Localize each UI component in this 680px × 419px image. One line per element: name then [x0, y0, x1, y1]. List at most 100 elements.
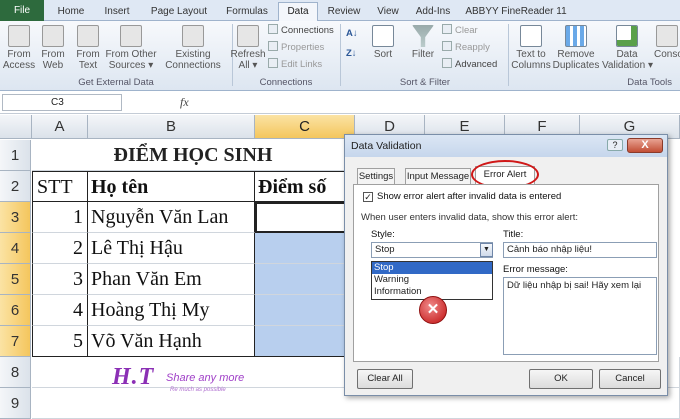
title-input[interactable]: Cảnh báo nhập liệu!	[503, 242, 657, 258]
name-box[interactable]: C3	[2, 94, 122, 111]
style-option-warning[interactable]: Warning	[372, 274, 492, 286]
sort-icon	[372, 25, 394, 47]
tab-add-ins[interactable]: Add-Ins	[410, 3, 456, 21]
score-cell[interactable]	[255, 264, 355, 295]
remove-duplicates-button[interactable]: Remove Duplicates	[552, 25, 600, 71]
row-header-3[interactable]: 3	[0, 202, 31, 233]
tab-home[interactable]: Home	[50, 3, 92, 21]
sort-button[interactable]: Sort	[368, 25, 398, 60]
tab-view[interactable]: View	[370, 3, 406, 21]
row-header-5[interactable]: 5	[0, 264, 31, 295]
edit-links-label: Edit Links	[281, 59, 323, 70]
tab-page-layout[interactable]: Page Layout	[142, 3, 216, 21]
clear-all-button[interactable]: Clear All	[357, 369, 413, 389]
sheet-title[interactable]: ĐIỂM HỌC SINH	[32, 140, 354, 171]
row-header-6[interactable]: 6	[0, 295, 31, 326]
name-cell[interactable]: Phan Văn Em	[88, 264, 255, 295]
watermark-logo-text: H.T	[112, 364, 155, 390]
header-name[interactable]: Họ tên	[88, 171, 255, 202]
consolidate-icon	[656, 25, 678, 47]
properties-label: Properties	[281, 42, 325, 53]
row-header-7[interactable]: 7	[0, 326, 31, 357]
text-to-columns-label: Text to Columns	[511, 49, 551, 71]
reapply-button[interactable]: Reapply	[442, 41, 490, 54]
column-header-c[interactable]: C	[255, 115, 355, 139]
ok-button[interactable]: OK	[529, 369, 593, 389]
stt-cell[interactable]: 5	[32, 326, 88, 357]
tab-data[interactable]: Data	[278, 2, 318, 22]
clear-label: Clear	[455, 25, 478, 36]
from-web-button[interactable]: From Web	[38, 25, 68, 71]
existing-connections-label: Existing Connections	[165, 49, 221, 71]
header-score[interactable]: Điểm số	[255, 171, 355, 202]
clear-icon	[442, 24, 452, 34]
edit-links-button[interactable]: Edit Links	[268, 58, 322, 71]
advanced-icon	[442, 58, 452, 68]
tab-formulas[interactable]: Formulas	[220, 3, 274, 21]
column-header-b[interactable]: B	[88, 115, 255, 139]
name-cell[interactable]: Hoàng Thị My	[88, 295, 255, 326]
select-all-corner[interactable]	[0, 115, 32, 139]
from-access-label: From Access	[2, 49, 36, 71]
score-cell-active[interactable]	[255, 202, 355, 233]
consolidate-button[interactable]: Conso	[654, 25, 680, 60]
error-message-textarea[interactable]: Dữ liệu nhập bị sai! Hãy xem lại	[503, 277, 657, 355]
style-dropdown-list[interactable]: Stop Warning Information	[371, 261, 493, 300]
group-separator	[508, 24, 509, 86]
web-icon	[42, 25, 64, 47]
row-header-8[interactable]: 8	[0, 357, 31, 388]
stt-cell[interactable]: 3	[32, 264, 88, 295]
tab-abbyy[interactable]: ABBYY FineReader 11	[460, 3, 572, 21]
tab-insert[interactable]: Insert	[96, 3, 138, 21]
fx-icon[interactable]: fx	[180, 95, 189, 110]
properties-button[interactable]: Properties	[268, 41, 324, 54]
tab-settings[interactable]: Settings	[357, 168, 395, 185]
style-select[interactable]: Stop	[371, 242, 493, 258]
connections-button[interactable]: Connections	[268, 24, 334, 37]
score-cell[interactable]	[255, 233, 355, 264]
stt-cell[interactable]: 1	[32, 202, 88, 233]
name-cell[interactable]: Võ Văn Hạnh	[88, 326, 255, 357]
tab-file[interactable]: File	[0, 0, 44, 21]
sort-za-button[interactable]: Z↓	[346, 47, 357, 60]
score-cell[interactable]	[255, 295, 355, 326]
row-header-2[interactable]: 2	[0, 171, 31, 202]
from-access-button[interactable]: From Access	[2, 25, 36, 71]
tab-input-message[interactable]: Input Message	[405, 168, 471, 185]
from-other-sources-button[interactable]: From Other Sources ▾	[104, 25, 158, 71]
tab-review[interactable]: Review	[322, 3, 366, 21]
text-file-icon	[77, 25, 99, 47]
header-stt[interactable]: STT	[32, 171, 88, 202]
refresh-all-button[interactable]: Refresh All ▾	[230, 25, 266, 71]
show-alert-checkbox[interactable]: ✓	[363, 192, 373, 202]
row-header-4[interactable]: 4	[0, 233, 31, 264]
sort-az-button[interactable]: A↓	[346, 27, 358, 40]
sort-label: Sort	[373, 49, 393, 60]
existing-connections-button[interactable]: Existing Connections	[162, 25, 224, 71]
filter-label: Filter	[411, 49, 435, 60]
stt-cell[interactable]: 4	[32, 295, 88, 326]
score-cell[interactable]	[255, 326, 355, 357]
column-header-a[interactable]: A	[32, 115, 88, 139]
stop-error-icon: ✕	[419, 296, 447, 324]
style-label: Style:	[371, 229, 395, 240]
consolidate-label: Conso	[654, 49, 680, 60]
stt-cell[interactable]: 2	[32, 233, 88, 264]
advanced-button[interactable]: Advanced	[442, 58, 497, 71]
text-to-columns-button[interactable]: Text to Columns	[510, 25, 552, 71]
row-header-1[interactable]: 1	[0, 140, 31, 171]
from-text-button[interactable]: From Text	[72, 25, 104, 71]
data-validation-button[interactable]: Data Validation ▾	[602, 25, 653, 71]
filter-button[interactable]: Filter	[408, 25, 438, 60]
close-button[interactable]: X	[627, 138, 663, 153]
style-option-stop[interactable]: Stop	[372, 262, 492, 274]
help-button[interactable]: ?	[607, 139, 623, 151]
properties-icon	[268, 41, 278, 51]
reapply-label: Reapply	[455, 42, 490, 53]
name-cell[interactable]: Lê Thị Hậu	[88, 233, 255, 264]
clear-button[interactable]: Clear	[442, 24, 478, 37]
chevron-down-icon[interactable]: ▼	[480, 243, 493, 257]
row-header-9[interactable]: 9	[0, 388, 31, 419]
name-cell[interactable]: Nguyễn Văn Lan	[88, 202, 255, 233]
cancel-button[interactable]: Cancel	[599, 369, 661, 389]
